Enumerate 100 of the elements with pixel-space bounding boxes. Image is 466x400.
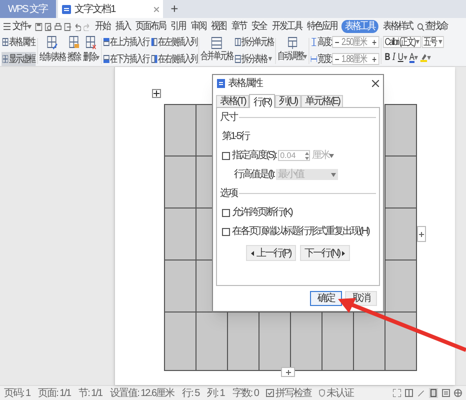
checkbox[interactable] <box>222 208 230 216</box>
ribbon-button[interactable]: 拆分单元格 <box>234 35 274 50</box>
ribbon-button[interactable]: 合并单元格 <box>200 37 233 64</box>
add-row-button[interactable] <box>281 367 295 377</box>
spell-check-button[interactable]: 拼写检查 <box>266 386 312 400</box>
font-name-dropdown[interactable]: Calibri (正文) <box>383 36 422 48</box>
nav-button[interactable]: 上一行(P) <box>246 245 296 261</box>
ribbon-toggle[interactable]: 显示虚框 <box>2 52 36 66</box>
dialog-tab[interactable]: 行(R) <box>249 94 276 108</box>
menu-tab[interactable]: 引用 <box>170 19 187 34</box>
plus-icon[interactable] <box>372 38 378 46</box>
undo-icon[interactable] <box>74 22 81 30</box>
ribbon-button[interactable]: 在右侧插入列 <box>151 52 197 66</box>
menu-tab[interactable]: 插入 <box>114 19 132 34</box>
add-column-button[interactable] <box>417 226 426 242</box>
menu-tab[interactable]: 表格样式 <box>382 19 414 34</box>
table-pencil-icon <box>47 36 58 50</box>
ribbon-button[interactable]: 在上方插入行 <box>103 35 149 50</box>
highlight-button[interactable] <box>420 53 432 62</box>
checkbox[interactable] <box>222 152 230 160</box>
insert-column-right-icon <box>151 55 158 63</box>
highlighter-icon <box>420 53 428 62</box>
web-view-icon[interactable] <box>454 389 462 397</box>
dialog-tab[interactable]: 表格(T) <box>216 95 250 107</box>
button-label: 擦除 <box>68 50 81 65</box>
menu-tab[interactable]: 安全 <box>250 19 268 34</box>
bold-button[interactable]: B <box>384 50 390 65</box>
certification-button[interactable]: 未认证 <box>319 386 354 400</box>
search-command-field[interactable]: 查找命 <box>425 19 448 34</box>
print-icon[interactable] <box>54 22 62 30</box>
table-cell <box>322 312 354 371</box>
caret-icon <box>268 57 272 61</box>
font-color-button[interactable]: A <box>409 50 418 65</box>
left-triangle-icon <box>251 250 254 256</box>
spin-field[interactable]: 2.50厘米 <box>332 36 380 48</box>
save-icon[interactable] <box>35 22 42 30</box>
expand-icon[interactable] <box>393 389 401 397</box>
table-cell <box>384 260 417 312</box>
dialog-tab[interactable]: 单元格(E) <box>301 95 344 107</box>
close-icon[interactable] <box>372 80 379 86</box>
insert-row-above-icon <box>103 38 110 46</box>
ribbon-button[interactable]: 擦除 <box>68 36 81 65</box>
ribbon-button[interactable]: 在左侧插入列 <box>151 35 197 50</box>
document-icon <box>217 78 225 88</box>
nav-button[interactable]: 下一行(N) <box>300 245 350 261</box>
ok-button[interactable]: 确定 <box>310 291 342 306</box>
menu-tab[interactable]: 审阅 <box>190 19 207 34</box>
menu-tab[interactable]: 章节 <box>230 19 248 34</box>
button-label: 删除 <box>82 51 96 65</box>
preview-icon[interactable] <box>44 22 52 30</box>
ribbon-button[interactable]: 在下方插入行 <box>103 52 149 66</box>
caret-icon <box>96 56 100 60</box>
status-item: 字数: 0 <box>232 386 258 400</box>
menu-tab[interactable]: 页面布局 <box>134 19 166 34</box>
insert-column-left-icon <box>151 38 158 46</box>
new-tab-button[interactable]: + <box>170 0 178 18</box>
menu-tab[interactable]: 开发工具 <box>271 19 303 34</box>
ribbon-button[interactable]: 拆分表格 <box>234 52 274 66</box>
merge-cells-icon <box>211 37 222 49</box>
table-properties-icon <box>2 38 8 46</box>
caret-icon <box>414 56 418 60</box>
table-cell <box>164 260 196 312</box>
export-icon[interactable] <box>64 22 72 30</box>
status-item: 节: 1/1 <box>78 386 102 400</box>
plus-icon[interactable] <box>372 56 378 62</box>
italic-button[interactable]: I <box>392 50 396 65</box>
height-icon <box>310 38 317 46</box>
menu-icon[interactable] <box>4 23 11 30</box>
section-heading: 选项 <box>220 186 237 201</box>
table-cross-icon <box>86 36 97 50</box>
underline-button[interactable]: U <box>398 50 408 65</box>
ribbon-button[interactable]: 绘制表格 <box>40 36 66 65</box>
dialog-tab[interactable]: 列(U) <box>275 95 302 107</box>
page-view-icon[interactable] <box>429 388 438 398</box>
menu-tab[interactable]: 特色应用 <box>306 19 338 34</box>
checkbox[interactable] <box>222 228 230 236</box>
menu-tab[interactable]: 视图 <box>210 19 228 34</box>
outline-view-icon[interactable] <box>442 389 450 397</box>
table-cell <box>227 312 260 371</box>
menu-tab[interactable]: 开始 <box>94 19 111 34</box>
ribbon-toggle[interactable]: 表格属性 <box>2 35 36 50</box>
button-label: 拆分表格 <box>241 52 268 66</box>
ribbon-button[interactable]: 删除 <box>82 36 100 65</box>
ribbon-button[interactable]: 自动调整 <box>277 37 308 64</box>
button-label: 自动调整 <box>277 50 304 64</box>
button-label: 在右侧插入列 <box>158 52 197 66</box>
table-move-handle-icon[interactable] <box>152 89 161 98</box>
document-tab[interactable]: 文字文档1 <box>58 0 163 18</box>
caret-icon <box>438 40 442 44</box>
table-cell <box>384 208 417 260</box>
spin-field[interactable]: 1.88厘米 <box>332 53 380 65</box>
split-table-icon <box>234 55 241 63</box>
rows-label: 第1-5行 <box>221 130 250 144</box>
search-icon[interactable] <box>417 22 424 30</box>
menu-tab[interactable]: 表格工具 <box>341 20 378 33</box>
font-size-dropdown[interactable]: 五号 <box>422 36 444 48</box>
tab-title: 文字文档1 <box>74 2 117 16</box>
status-item: 行: 5 <box>182 386 200 400</box>
button-label: 绘制表格 <box>40 50 66 65</box>
file-menu[interactable]: 文件 <box>12 19 28 34</box>
